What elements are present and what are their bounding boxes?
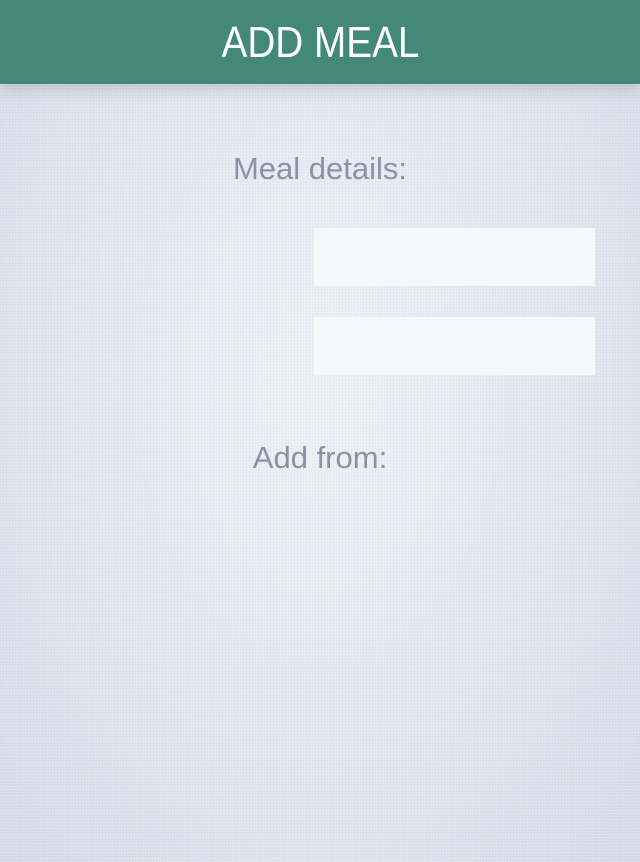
meal-detail-field-1[interactable] [314, 228, 595, 286]
page-title: ADD MEAL [221, 18, 419, 67]
meal-detail-field-2[interactable] [314, 317, 595, 375]
background-texture [0, 0, 640, 862]
add-from-label: Add from: [252, 440, 388, 475]
meal-details-label: Meal details: [232, 151, 408, 186]
header-bar: ADD MEAL [0, 0, 640, 84]
